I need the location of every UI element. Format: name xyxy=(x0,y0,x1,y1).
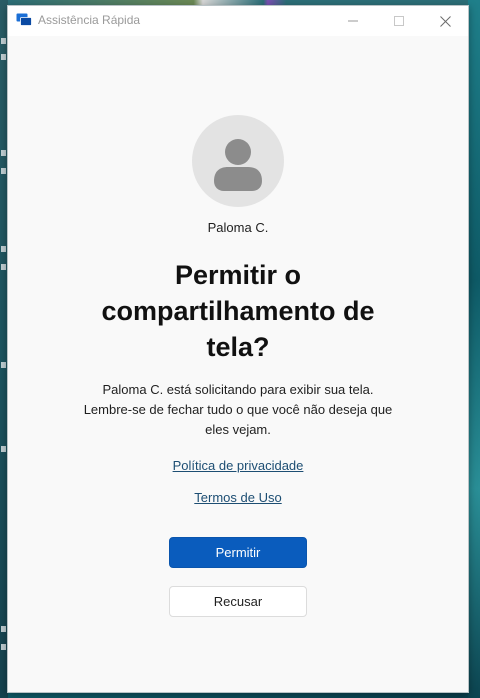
privacy-policy-link[interactable]: Política de privacidade xyxy=(173,458,304,473)
quick-assist-app-icon xyxy=(16,13,32,27)
minimize-icon xyxy=(348,20,358,22)
maximize-icon xyxy=(394,16,404,26)
allow-button[interactable]: Permitir xyxy=(169,537,307,568)
user-avatar xyxy=(192,115,284,207)
title-bar[interactable]: Assistência Rápida xyxy=(8,6,468,36)
window-title: Assistência Rápida xyxy=(38,13,141,27)
decline-button[interactable]: Recusar xyxy=(169,586,307,617)
requesting-user-name: Paloma C. xyxy=(207,220,269,235)
dialog-message: Paloma C. está solicitando para exibir s… xyxy=(83,382,393,437)
minimize-button[interactable] xyxy=(330,6,376,36)
close-icon xyxy=(439,15,451,27)
privacy-link-row: Política de privacidade xyxy=(8,458,468,473)
person-icon xyxy=(214,139,262,191)
dialog-title: Permitir o compartilhamento de tela? xyxy=(101,260,375,362)
terms-of-use-link[interactable]: Termos de Uso xyxy=(194,490,281,505)
desktop-background-right xyxy=(468,0,480,698)
maximize-button[interactable] xyxy=(376,6,422,36)
terms-link-row: Termos de Uso xyxy=(8,490,468,505)
close-button[interactable] xyxy=(422,6,468,36)
quick-assist-window: Assistência Rápida Paloma C. Permitir o … xyxy=(7,5,469,693)
